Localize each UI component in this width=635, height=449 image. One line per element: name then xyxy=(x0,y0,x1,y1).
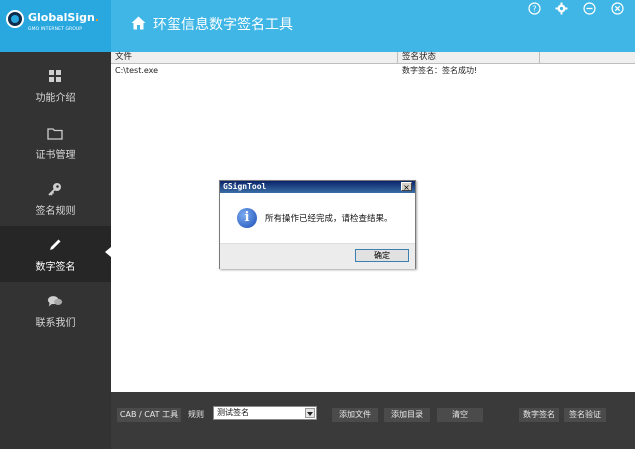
verify-signature-button[interactable]: 签名验证 xyxy=(564,408,606,422)
svg-text:?: ? xyxy=(532,5,536,14)
sidebar-item-certificates[interactable]: 证书管理 xyxy=(0,114,111,170)
close-icon[interactable] xyxy=(611,2,624,15)
key-icon xyxy=(47,182,63,196)
sidebar-item-rules[interactable]: 签名规则 xyxy=(0,170,111,226)
dialog-message: 所有操作已经完成，请检查结果。 xyxy=(265,214,393,224)
bottom-toolbar: CAB / CAT 工具 规则 测试签名 添加文件 添加目录 清空 数字签名 签… xyxy=(111,392,635,449)
home-icon[interactable] xyxy=(131,16,146,30)
add-file-button[interactable]: 添加文件 xyxy=(332,408,378,422)
grid-icon xyxy=(47,69,63,83)
chevron-down-icon[interactable] xyxy=(305,408,315,418)
chat-icon xyxy=(47,294,63,308)
rule-select-value: 测试签名 xyxy=(217,408,249,417)
sidebar-item-features[interactable]: 功能介绍 xyxy=(0,57,111,113)
cab-cat-tool-button[interactable]: CAB / CAT 工具 xyxy=(117,408,181,422)
globe-icon xyxy=(6,10,24,28)
sidebar-item-label: 数字签名 xyxy=(35,262,76,273)
rule-select[interactable]: 测试签名 xyxy=(213,406,317,420)
column-header-status[interactable]: 签名状态 xyxy=(398,52,540,63)
sidebar-item-label: 签名规则 xyxy=(35,206,76,217)
table-header: 文件 签名状态 xyxy=(111,52,635,64)
cell-status: 数字签名：签名成功! xyxy=(402,66,478,75)
table-row[interactable]: C:\test.exe 数字签名：签名成功! xyxy=(111,65,635,76)
sidebar-item-label: 证书管理 xyxy=(35,150,76,161)
ok-button[interactable]: 确定 xyxy=(355,249,409,262)
brand-name: GlobalSign. xyxy=(28,11,100,24)
dialog-close-button[interactable]: × xyxy=(401,182,412,192)
sidebar-item-label: 联系我们 xyxy=(35,318,76,329)
brand-subtitle: GMO INTERNET GROUP xyxy=(28,27,83,32)
sidebar-item-label: 功能介绍 xyxy=(35,93,76,104)
clear-button[interactable]: 清空 xyxy=(437,408,483,422)
rule-label: 规则 xyxy=(188,410,204,419)
message-dialog: GSignTool × i 所有操作已经完成，请检查结果。 确定 xyxy=(219,180,416,269)
sidebar: GlobalSign. GMO INTERNET GROUP 功能介绍 证书管理… xyxy=(0,0,111,449)
app-title: 环玺信息数字签名工具 xyxy=(153,17,293,33)
folder-icon xyxy=(47,126,63,140)
dialog-title: GSignTool xyxy=(223,182,267,191)
brand-logo: GlobalSign. GMO INTERNET GROUP xyxy=(0,0,111,52)
column-header-file[interactable]: 文件 xyxy=(111,52,398,63)
pen-icon xyxy=(47,238,63,252)
info-icon: i xyxy=(237,208,257,228)
settings-icon[interactable] xyxy=(555,2,568,15)
dialog-titlebar[interactable]: GSignTool × xyxy=(220,181,415,193)
cell-file: C:\test.exe xyxy=(115,66,159,75)
app-header: 环玺信息数字签名工具 ? xyxy=(111,0,635,52)
sidebar-item-contact[interactable]: 联系我们 xyxy=(0,282,111,338)
help-icon[interactable]: ? xyxy=(528,2,541,15)
minimize-icon[interactable] xyxy=(583,2,596,15)
sidebar-item-digital-sign[interactable]: 数字签名 xyxy=(0,226,111,282)
add-directory-button[interactable]: 添加目录 xyxy=(384,408,430,422)
digital-sign-button[interactable]: 数字签名 xyxy=(519,408,559,422)
